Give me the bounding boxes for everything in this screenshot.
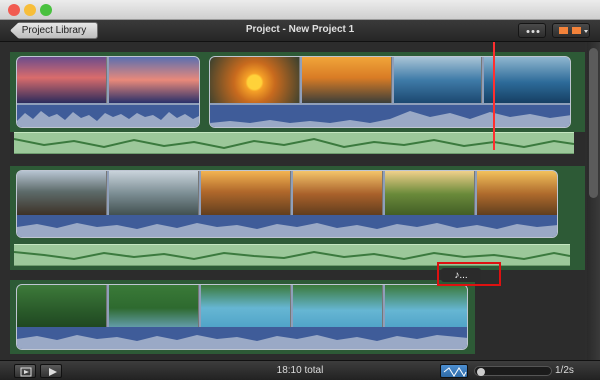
clip-audio-waveform — [17, 327, 467, 349]
clip-audio-waveform — [210, 105, 570, 127]
frame-thumbnail — [385, 171, 475, 217]
toolbar: Project Library Project - New Project 1 — [0, 20, 600, 42]
options-button[interactable] — [518, 23, 546, 38]
frame-thumbnail — [201, 171, 291, 217]
zoom-label: 1/2s — [555, 365, 574, 376]
frame-thumbnail — [109, 285, 199, 331]
project-timeline — [10, 42, 585, 360]
clip-audio-waveform — [17, 215, 557, 237]
frame-thumbnail — [201, 285, 291, 331]
frame-thumbnail — [394, 57, 482, 103]
zoom-button[interactable] — [40, 4, 52, 16]
vertical-scrollbar[interactable] — [587, 42, 600, 360]
frame-thumbnail — [17, 57, 107, 103]
playhead[interactable] — [493, 42, 495, 150]
project-title: Project - New Project 1 — [245, 24, 355, 35]
frame-thumbnail — [302, 57, 392, 103]
scrollbar-thumb[interactable] — [589, 48, 598, 198]
frame-thumbnail — [109, 171, 199, 217]
frame-thumbnail — [385, 285, 467, 331]
frame-thumbnail — [210, 57, 300, 103]
zoom-slider-knob[interactable] — [477, 368, 485, 376]
frame-thumbnail — [109, 57, 199, 103]
music-highlight[interactable]: ♪... — [437, 262, 501, 286]
frame-thumbnail — [484, 57, 570, 103]
clip-sunset-ocean[interactable] — [209, 56, 571, 128]
bottom-toolbar: 18:10 total 1/2s — [0, 360, 600, 380]
close-button[interactable] — [8, 4, 20, 16]
frame-thumbnail — [293, 285, 383, 331]
clip-mountains-forest[interactable] — [16, 170, 558, 238]
minimize-button[interactable] — [24, 4, 36, 16]
zoom-slider[interactable] — [474, 366, 552, 376]
clip-aerial-forest-lake[interactable] — [16, 284, 468, 350]
frame-thumbnail — [17, 171, 107, 217]
clip-sunset-silhouette[interactable] — [16, 56, 200, 128]
frame-thumbnail — [293, 171, 383, 217]
display-mode-button[interactable] — [552, 23, 590, 38]
background-audio-track-1[interactable] — [14, 132, 574, 154]
frame-thumbnail — [17, 285, 107, 331]
audio-waveform-toggle[interactable] — [440, 364, 468, 378]
title-bar — [0, 0, 600, 20]
clip-audio-waveform — [17, 105, 199, 127]
music-tag[interactable]: ♪... — [441, 268, 481, 282]
frame-thumbnail — [477, 171, 557, 217]
